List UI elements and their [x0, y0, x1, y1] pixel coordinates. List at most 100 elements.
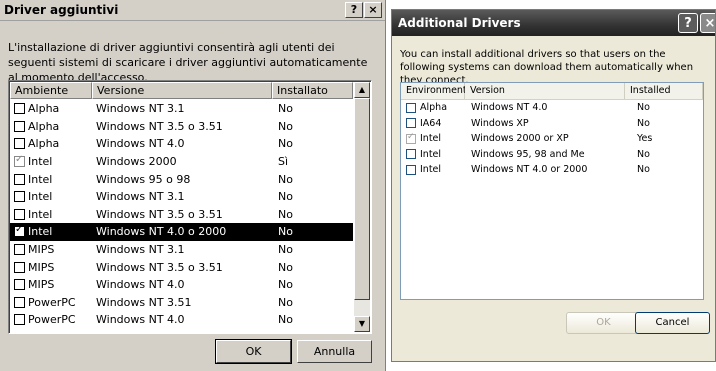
cell-installato: No	[278, 278, 293, 292]
ok-button[interactable]: OK	[215, 339, 292, 364]
list-header: Environment Version Installed	[401, 83, 703, 100]
ok-button[interactable]: OK	[566, 312, 641, 334]
environment-label: Intel	[420, 148, 442, 160]
dialog-title: Driver aggiuntivi	[4, 3, 119, 17]
column-header-environment[interactable]: Environment	[401, 83, 467, 99]
cell-installed: Yes	[637, 133, 653, 145]
list-row[interactable]: Intel Windows NT 4.0 or 2000 No	[401, 162, 703, 178]
cell-ambiente: MIPS	[10, 261, 92, 274]
dialog-title: Additional Drivers	[398, 16, 521, 30]
list-row[interactable]: Alpha Windows NT 4.0 No	[401, 100, 703, 116]
cell-version: Windows NT 4.0 or 2000	[471, 164, 588, 176]
cell-versione: Windows NT 3.51	[96, 295, 192, 309]
cell-ambiente: Intel	[10, 173, 92, 186]
environment-label: Alpha	[420, 102, 448, 114]
scroll-up-arrow-icon[interactable]: ▲	[354, 82, 370, 98]
vertical-scrollbar[interactable]: ▲ ▼	[354, 82, 370, 332]
environment-label: PowerPC	[28, 295, 76, 309]
environment-label: Intel	[28, 190, 53, 204]
cell-ambiente: PowerPC	[10, 296, 92, 309]
cell-environment: IA64	[401, 118, 465, 129]
cancel-button[interactable]: Cancel	[635, 312, 710, 334]
cell-ambiente: Intel	[10, 154, 92, 169]
list-row[interactable]: Intel Windows 2000 or XP Yes	[401, 131, 703, 147]
close-button[interactable]: ×	[700, 13, 715, 33]
environment-label: MIPS	[28, 278, 55, 292]
cell-environment: Intel	[401, 132, 465, 144]
cell-ambiente: Intel	[10, 208, 92, 221]
list-row[interactable]: Alpha Windows NT 3.5 o 3.51 No	[10, 118, 353, 136]
driver-checkbox[interactable]	[406, 118, 416, 129]
drivers-list[interactable]: Environment Version Installed Alpha Windo…	[400, 82, 704, 300]
scroll-down-arrow-icon[interactable]: ▼	[354, 316, 370, 332]
driver-checkbox[interactable]	[14, 244, 25, 256]
cell-versione: Windows NT 4.0 o 2000	[96, 225, 227, 239]
column-header-installato[interactable]: Installato	[272, 82, 353, 99]
title-bar: Driver aggiuntivi ? ×	[0, 0, 385, 21]
driver-checkbox[interactable]	[14, 224, 25, 238]
column-header-ambiente[interactable]: Ambiente	[10, 82, 92, 99]
help-button[interactable]: ?	[345, 2, 363, 18]
close-button[interactable]: ×	[364, 2, 382, 18]
column-header-installed[interactable]: Installed	[625, 83, 703, 99]
column-header-version[interactable]: Version	[465, 83, 625, 99]
list-row[interactable]: Alpha Windows NT 4.0 No	[10, 135, 353, 153]
list-row[interactable]: IA64 Windows XP No	[401, 116, 703, 132]
scroll-thumb[interactable]	[354, 98, 370, 300]
environment-label: Intel	[420, 164, 442, 176]
cell-installato: No	[278, 313, 293, 327]
description-text: L'installazione di driver aggiuntivi con…	[8, 41, 368, 84]
cell-versione: Windows NT 3.1	[96, 102, 185, 116]
list-rows: AlphaWindows NT 4.0NoIA64Windows XPNoInt…	[401, 100, 703, 178]
cell-installato: No	[278, 295, 293, 309]
environment-label: Intel	[28, 207, 53, 221]
list-row[interactable]: Intel Windows NT 3.1 No	[10, 188, 353, 206]
list-row[interactable]: PowerPC Windows NT 3.51 No	[10, 294, 353, 312]
cell-ambiente: PowerPC	[10, 313, 92, 326]
list-row[interactable]: Intel Windows 2000 Sì	[10, 153, 353, 171]
list-row[interactable]: MIPS Windows NT 4.0 No	[10, 276, 353, 294]
environment-label: MIPS	[28, 243, 55, 257]
cell-installed: No	[637, 148, 650, 160]
cell-installato: No	[278, 172, 293, 186]
title-bar: Additional Drivers ? ×	[392, 10, 715, 36]
cell-installato: No	[278, 190, 293, 204]
cell-version: Windows NT 4.0	[471, 102, 548, 114]
driver-checkbox[interactable]	[14, 279, 25, 291]
list-row[interactable]: Alpha Windows NT 3.1 No	[10, 100, 353, 118]
cell-environment: Intel	[401, 149, 465, 160]
list-row[interactable]: MIPS Windows NT 3.1 No	[10, 241, 353, 259]
list-row[interactable]: Intel Windows NT 3.5 o 3.51 No	[10, 206, 353, 224]
list-row[interactable]: Intel Windows NT 4.0 o 2000 No	[10, 223, 353, 241]
driver-checkbox[interactable]	[14, 314, 25, 326]
driver-checkbox[interactable]	[14, 191, 25, 203]
driver-checkbox[interactable]	[14, 296, 25, 308]
list-header: Ambiente Versione Installato	[10, 82, 353, 99]
environment-label: Alpha	[28, 102, 60, 116]
driver-checkbox[interactable]	[14, 103, 25, 115]
driver-checkbox[interactable]	[14, 173, 25, 185]
help-button[interactable]: ?	[678, 13, 698, 33]
list-row[interactable]: PowerPC Windows NT 4.0 No	[10, 311, 353, 329]
cell-installed: No	[637, 117, 650, 129]
list-row[interactable]: MIPS Windows NT 3.5 o 3.51 No	[10, 258, 353, 276]
driver-checkbox[interactable]	[14, 120, 25, 132]
drivers-list[interactable]: Ambiente Versione Installato Alpha Window…	[8, 80, 372, 334]
cell-ambiente: Intel	[10, 224, 92, 238]
cell-ambiente: Alpha	[10, 102, 92, 115]
cell-ambiente: MIPS	[10, 243, 92, 256]
list-row[interactable]: Intel Windows 95 o 98 No	[10, 170, 353, 188]
environment-label: Intel	[28, 155, 53, 169]
driver-checkbox[interactable]	[406, 149, 416, 160]
cancel-button[interactable]: Annulla	[297, 340, 372, 363]
driver-checkbox[interactable]	[14, 208, 25, 220]
cell-versione: Windows NT 4.0	[96, 278, 185, 292]
driver-checkbox[interactable]	[14, 261, 25, 273]
driver-checkbox[interactable]	[406, 164, 416, 175]
cell-versione: Windows NT 3.5 o 3.51	[96, 207, 223, 221]
driver-checkbox[interactable]	[406, 102, 416, 113]
driver-checkbox[interactable]	[14, 138, 25, 150]
cell-environment: Intel	[401, 164, 465, 175]
list-row[interactable]: Intel Windows 95, 98 and Me No	[401, 147, 703, 163]
column-header-versione[interactable]: Versione	[92, 82, 272, 99]
